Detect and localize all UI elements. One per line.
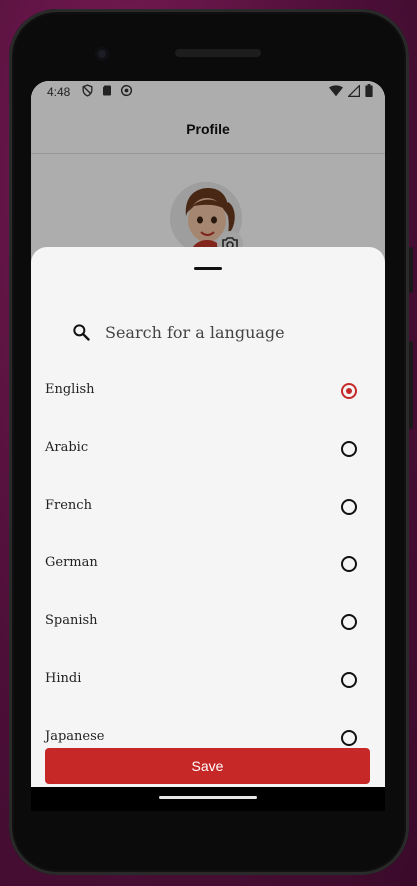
language-label: Japanese [45,728,105,744]
front-camera [95,47,109,61]
earpiece-speaker [175,49,261,57]
radio-button[interactable] [341,440,357,457]
radio-button[interactable] [341,498,357,515]
search-icon [71,322,91,342]
language-search [71,317,351,347]
radio-button[interactable] [341,729,357,746]
radio-button[interactable] [341,671,357,688]
language-list: English Arabic French German Spanish Hin… [31,361,385,766]
language-label: Arabic [45,439,89,455]
drag-handle[interactable] [194,267,222,270]
language-label: French [45,497,92,513]
app-screen: 4:48 Profile Search for a language Engli… [31,81,385,787]
language-option-english[interactable]: English [31,361,385,419]
language-label: Spanish [45,613,98,629]
radio-button[interactable] [341,614,357,631]
language-option-spanish[interactable]: Spanish [31,592,385,650]
home-indicator[interactable] [159,796,257,799]
system-navigation-bar [31,787,385,811]
radio-button-selected[interactable] [341,383,357,399]
search-input[interactable] [105,319,345,345]
save-button[interactable]: Save [45,748,370,784]
radio-button[interactable] [341,556,357,573]
language-option-french[interactable]: French [31,477,385,535]
language-option-arabic[interactable]: Arabic [31,419,385,477]
language-label: Hindi [45,670,82,686]
volume-button [409,247,413,293]
language-label: English [45,382,95,397]
language-option-hindi[interactable]: Hindi [31,650,385,708]
power-button [409,341,413,429]
language-option-german[interactable]: German [31,534,385,592]
language-label: German [45,555,98,571]
language-bottom-sheet: English Arabic French German Spanish Hin… [31,247,385,787]
